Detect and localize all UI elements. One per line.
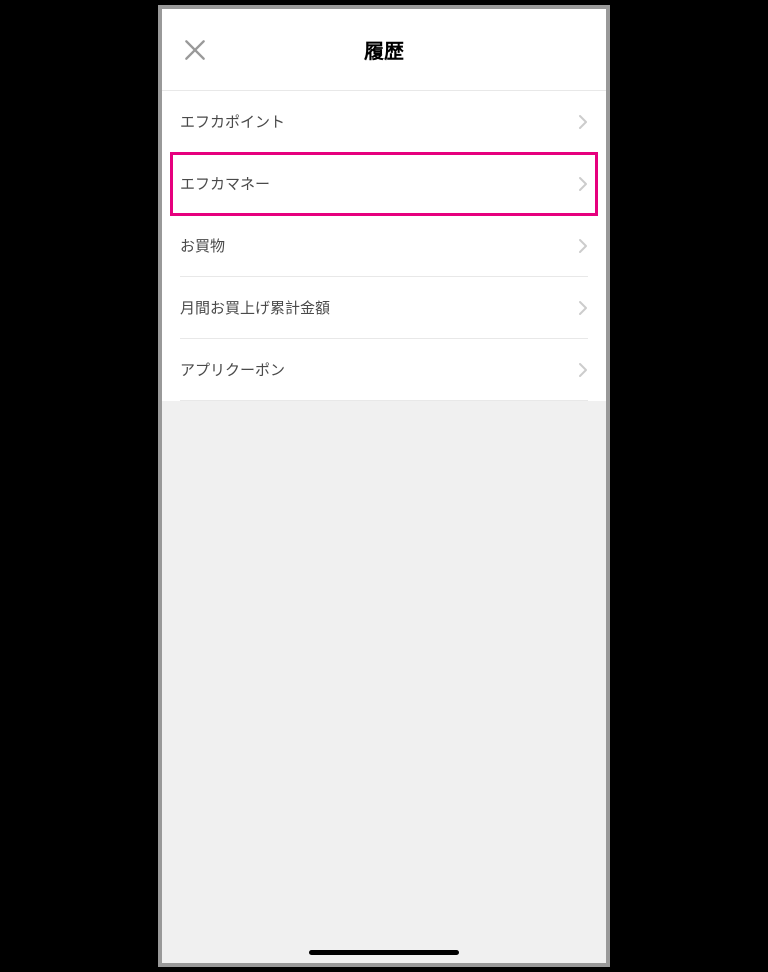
menu-item-monthly-total[interactable]: 月間お買上げ累計金額 <box>162 277 606 339</box>
menu-item-label: エフカポイント <box>180 111 285 132</box>
menu-item-label: 月間お買上げ累計金額 <box>180 297 330 318</box>
menu-item-label: エフカマネー <box>180 173 270 194</box>
content-area <box>162 401 606 963</box>
phone-frame: 履歴 エフカポイント エフカマネー お買物 <box>158 5 610 967</box>
menu-item-efuka-point[interactable]: エフカポイント <box>162 91 606 153</box>
page-title: 履歴 <box>364 35 404 64</box>
chevron-right-icon <box>578 238 588 254</box>
menu-item-app-coupon[interactable]: アプリクーポン <box>162 339 606 401</box>
menu-item-shopping[interactable]: お買物 <box>162 215 606 277</box>
chevron-right-icon <box>578 114 588 130</box>
menu-item-label: お買物 <box>180 235 225 256</box>
menu-list: エフカポイント エフカマネー お買物 <box>162 91 606 401</box>
header: 履歴 <box>162 9 606 91</box>
chevron-right-icon <box>578 300 588 316</box>
menu-item-label: アプリクーポン <box>180 359 285 380</box>
chevron-right-icon <box>578 176 588 192</box>
chevron-right-icon <box>578 362 588 378</box>
home-indicator[interactable] <box>309 950 459 955</box>
close-icon <box>182 37 208 63</box>
menu-item-efuka-money[interactable]: エフカマネー <box>162 153 606 215</box>
close-button[interactable] <box>180 35 210 65</box>
